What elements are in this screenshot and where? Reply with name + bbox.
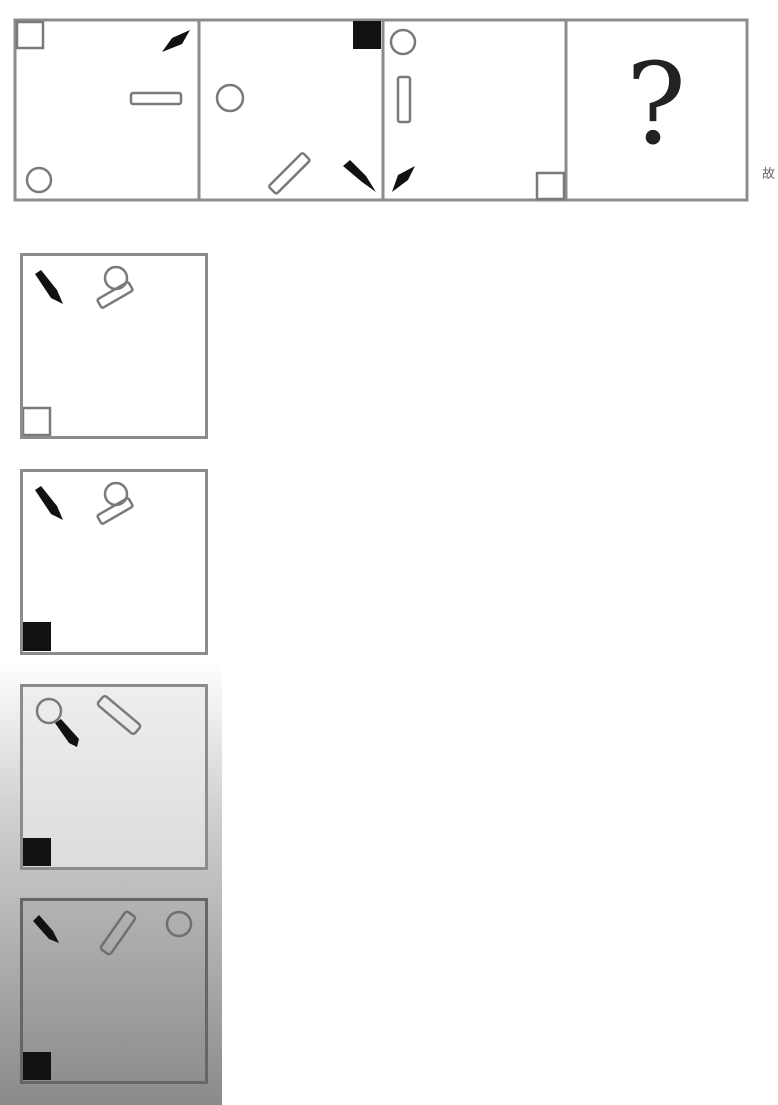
black-square-icon	[23, 838, 51, 866]
black-wedge-icon	[33, 915, 59, 943]
magnifier-icon	[35, 697, 79, 747]
black-square-icon	[23, 1052, 51, 1080]
outline-bar-icon	[99, 910, 137, 956]
outline-circle-bar-icon	[96, 481, 134, 525]
outline-circle-icon	[165, 910, 193, 938]
outline-bar-icon	[129, 91, 183, 106]
black-square-icon	[23, 622, 51, 651]
outline-square-icon	[15, 20, 45, 50]
outline-circle-icon	[25, 166, 53, 194]
black-square-icon	[353, 21, 381, 49]
option-3[interactable]	[20, 684, 208, 870]
black-wedge-icon	[35, 270, 63, 304]
outline-square-icon	[535, 171, 566, 201]
question-mark: ?	[625, 40, 687, 170]
option-4[interactable]	[20, 898, 208, 1084]
black-wedge-icon	[35, 486, 63, 520]
outline-bar-icon	[96, 694, 142, 736]
outline-circle-icon	[389, 28, 417, 56]
outline-bar-icon	[396, 75, 412, 124]
outline-circle-icon	[215, 83, 245, 113]
outline-circle-bar-icon	[96, 265, 134, 309]
side-mark: 故	[762, 167, 776, 182]
option-2[interactable]	[20, 469, 208, 655]
option-1[interactable]	[20, 253, 208, 439]
outline-square-icon	[23, 406, 52, 436]
